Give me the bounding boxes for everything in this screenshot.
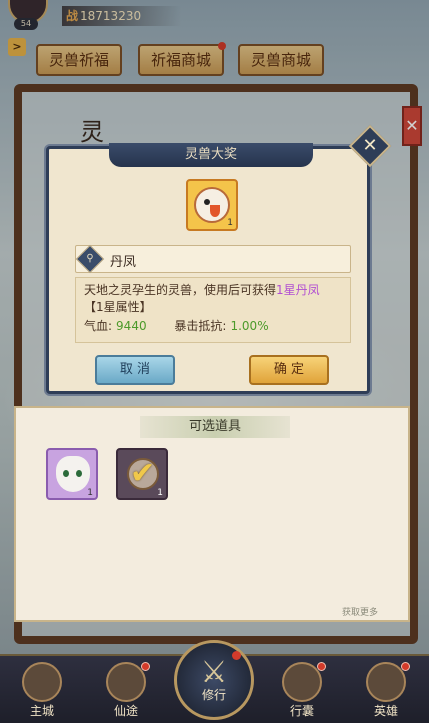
bag-icon xyxy=(282,662,322,702)
red-dot-icon xyxy=(401,662,410,671)
nav-item-cultivate[interactable]: ⚔ 修行 xyxy=(174,640,254,720)
item-count: 1 xyxy=(227,218,233,228)
nav-label: 行囊 xyxy=(289,704,314,718)
stat-value-crit-resist: 1.00% xyxy=(230,319,269,333)
slot-count: 1 xyxy=(157,488,163,498)
stat-value-hp: 9440 xyxy=(116,319,147,333)
item-slot[interactable]: 1 xyxy=(46,448,98,500)
reward-modal: 灵兽大奖 ✕ 1 ⚲ 丹凤 天地之灵孕生的灵兽，使用后可获得1星丹凤 【1星属性… xyxy=(46,124,392,394)
nav-item-city[interactable]: 主城 xyxy=(2,656,82,723)
slot-count: 1 xyxy=(87,488,93,498)
panel-title: 可选道具 xyxy=(140,416,290,438)
stat-label-crit-resist: 暴击抵抗: xyxy=(174,319,227,333)
red-dot-icon xyxy=(141,662,150,671)
nav-item-hero[interactable]: 英雄 xyxy=(346,656,426,723)
sword-icon: ⚔ xyxy=(200,655,228,690)
stat-label-hp: 气血: xyxy=(84,319,113,333)
nav-item-journey[interactable]: 仙途 xyxy=(86,656,166,723)
magnifier-diamond-icon: ⚲ xyxy=(75,244,105,274)
red-dot-icon xyxy=(317,662,326,671)
desc-prefix: 天地之灵孕生的灵兽，使用后可获得 xyxy=(84,283,277,297)
desc-suffix: 【1星属性】 xyxy=(84,300,152,314)
nav-label: 英雄 xyxy=(373,704,398,718)
item-name: 丹凤 xyxy=(110,255,137,270)
selectable-items-panel: 可选道具 1 ✔ 1 获取更多 xyxy=(14,406,410,622)
get-more-link[interactable]: 获取更多 xyxy=(342,605,378,618)
desc-highlight: 1星丹凤 xyxy=(276,283,320,297)
reward-item-icon[interactable]: 1 xyxy=(186,179,238,231)
item-description: 天地之灵孕生的灵兽，使用后可获得1星丹凤 【1星属性】 气血: 9440 暴击抵抗… xyxy=(75,277,351,343)
stat-row: 气血: 9440 暴击抵抗: 1.00% xyxy=(84,318,342,335)
close-icon: ✕ xyxy=(362,135,378,156)
red-dot-icon xyxy=(232,651,241,660)
hero-icon xyxy=(366,662,406,702)
confirm-button[interactable]: 确 定 xyxy=(249,355,329,385)
modal-title: 灵兽大奖 xyxy=(109,143,313,167)
item-slot-selected[interactable]: ✔ 1 xyxy=(116,448,168,500)
palace-icon xyxy=(22,662,62,702)
checkmark-icon: ✔ xyxy=(130,456,156,491)
nav-label: 修行 xyxy=(201,688,226,702)
nav-label: 主城 xyxy=(29,704,54,718)
nav-item-bag[interactable]: 行囊 xyxy=(262,656,342,723)
cloud-icon xyxy=(106,662,146,702)
white-pet-icon xyxy=(56,456,90,492)
nav-label: 仙途 xyxy=(113,704,138,718)
bird-pet-icon xyxy=(194,187,230,223)
cancel-button[interactable]: 取 消 xyxy=(95,355,175,385)
item-name-bar: ⚲ 丹凤 xyxy=(75,244,351,274)
